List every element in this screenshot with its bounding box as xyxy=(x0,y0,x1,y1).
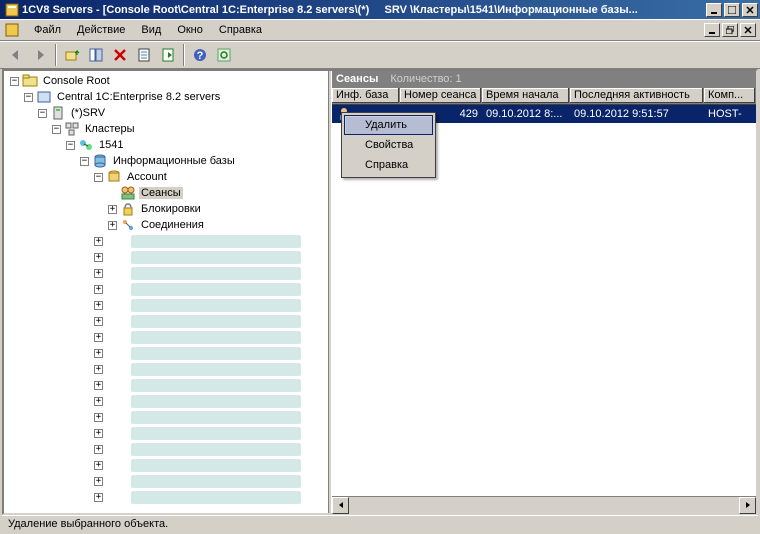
tree-locks[interactable]: +Блокировки xyxy=(6,201,326,217)
tree-sessions[interactable]: Сеансы xyxy=(6,185,326,201)
scroll-left-button[interactable] xyxy=(332,497,349,514)
list-count: Количество: 1 xyxy=(390,73,461,85)
tree-item[interactable]: + xyxy=(6,281,326,297)
mmc-icon xyxy=(4,22,20,38)
tree-root[interactable]: −Console Root xyxy=(6,73,326,89)
scroll-right-button[interactable] xyxy=(739,497,756,514)
window-title: 1CV8 Servers - [Console Root\Central 1C:… xyxy=(22,4,706,16)
tree-item[interactable]: + xyxy=(6,361,326,377)
tree-connections[interactable]: +Соединения xyxy=(6,217,326,233)
mdi-restore-button[interactable] xyxy=(722,23,738,37)
tree-infobases[interactable]: −Информационные базы xyxy=(6,153,326,169)
tree-srv[interactable]: −(*)SRV xyxy=(6,105,326,121)
tree-item[interactable]: + xyxy=(6,441,326,457)
menubar: Файл Действие Вид Окно Справка xyxy=(0,19,760,41)
context-properties[interactable]: Свойства xyxy=(344,135,433,155)
col-last-activity[interactable]: Последняя активность xyxy=(570,88,704,104)
tree-port[interactable]: −1541 xyxy=(6,137,326,153)
context-delete[interactable]: Удалить xyxy=(344,115,433,135)
minimize-button[interactable] xyxy=(706,3,722,17)
statusbar: Удаление выбранного объекта. xyxy=(2,515,758,534)
context-menu: Удалить Свойства Справка xyxy=(341,112,436,178)
list-title: Сеансы xyxy=(336,73,378,85)
col-start-time[interactable]: Время начала xyxy=(482,88,570,104)
tree-item[interactable]: + xyxy=(6,473,326,489)
titlebar: 1CV8 Servers - [Console Root\Central 1C:… xyxy=(0,0,760,19)
tree-item[interactable]: + xyxy=(6,409,326,425)
tree-item[interactable]: + xyxy=(6,233,326,249)
tree-item[interactable]: + xyxy=(6,265,326,281)
menu-view[interactable]: Вид xyxy=(133,22,169,38)
toolbar: ? xyxy=(0,41,760,69)
delete-button[interactable] xyxy=(108,44,131,66)
tree-account[interactable]: −Account xyxy=(6,169,326,185)
cell-start: 09.10.2012 8:... xyxy=(482,108,570,120)
help-button[interactable]: ? xyxy=(188,44,211,66)
tree-item[interactable]: + xyxy=(6,425,326,441)
tree-item[interactable]: + xyxy=(6,345,326,361)
svg-text:?: ? xyxy=(196,50,203,62)
col-infobase[interactable]: Инф. база xyxy=(332,88,400,104)
col-computer[interactable]: Комп... xyxy=(704,88,756,104)
tree-central[interactable]: −Central 1C:Enterprise 8.2 servers xyxy=(6,89,326,105)
mdi-minimize-button[interactable] xyxy=(704,23,720,37)
list-header: Сеансы Количество: 1 xyxy=(332,71,756,88)
tree-item[interactable]: + xyxy=(6,297,326,313)
tree-item[interactable]: + xyxy=(6,489,326,505)
refresh-button[interactable] xyxy=(212,44,235,66)
back-button[interactable] xyxy=(4,44,27,66)
tree-clusters[interactable]: −Кластеры xyxy=(6,121,326,137)
properties-button[interactable] xyxy=(132,44,155,66)
show-hide-tree-button[interactable] xyxy=(84,44,107,66)
menu-file[interactable]: Файл xyxy=(26,22,69,38)
app-icon xyxy=(4,2,20,18)
maximize-button[interactable] xyxy=(724,3,740,17)
mdi-close-button[interactable] xyxy=(740,23,756,37)
context-help[interactable]: Справка xyxy=(344,155,433,175)
tree-item[interactable]: + xyxy=(6,329,326,345)
tree-item[interactable]: + xyxy=(6,377,326,393)
horizontal-scrollbar[interactable] xyxy=(332,496,756,513)
tree-panel: −Console Root −Central 1C:Enterprise 8.2… xyxy=(4,71,328,513)
up-button[interactable] xyxy=(60,44,83,66)
cell-last: 09.10.2012 9:51:57 xyxy=(570,108,704,120)
col-session-num[interactable]: Номер сеанса xyxy=(400,88,482,104)
forward-button[interactable] xyxy=(28,44,51,66)
export-button[interactable] xyxy=(156,44,179,66)
column-headers: Инф. база Номер сеанса Время начала Посл… xyxy=(332,88,756,105)
tree-item[interactable]: + xyxy=(6,457,326,473)
tree-item[interactable]: + xyxy=(6,313,326,329)
menu-help[interactable]: Справка xyxy=(211,22,270,38)
menu-action[interactable]: Действие xyxy=(69,22,133,38)
cell-host: HOST- xyxy=(704,108,756,120)
close-button[interactable] xyxy=(742,3,758,17)
tree-item[interactable]: + xyxy=(6,249,326,265)
menu-window[interactable]: Окно xyxy=(169,22,211,38)
tree-item[interactable]: + xyxy=(6,393,326,409)
